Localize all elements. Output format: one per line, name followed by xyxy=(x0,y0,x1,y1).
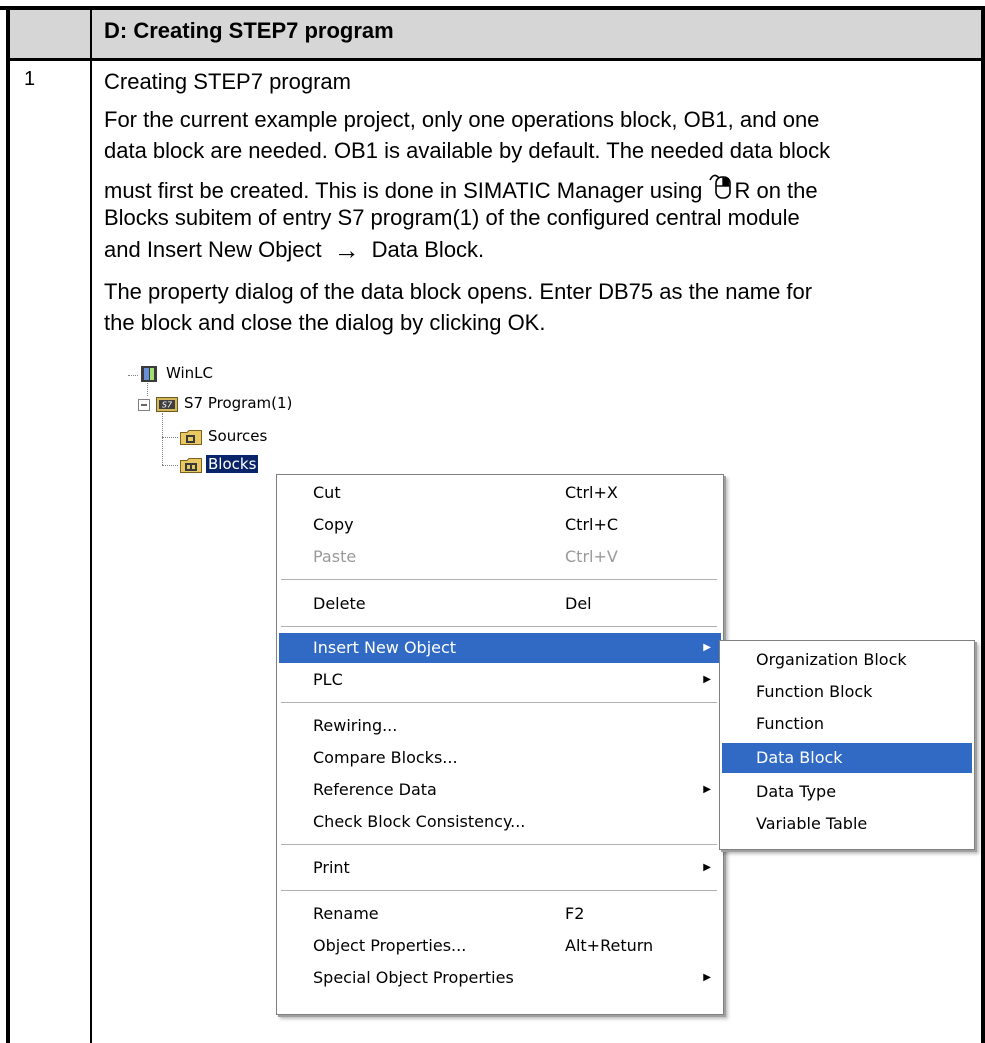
insert-new-object-submenu: Organization Block Function Block Functi… xyxy=(719,640,975,850)
submenu-item-organization-block[interactable]: Organization Block xyxy=(722,645,972,675)
paragraph-create-text-a: must first be created. This is done in S… xyxy=(104,178,709,203)
menu-item-paste[interactable]: Paste Ctrl+V xyxy=(279,542,721,572)
submenu-arrow-icon: ▶ xyxy=(703,972,711,983)
sources-folder-icon xyxy=(180,428,202,450)
paragraph-intro: For the current example project, only on… xyxy=(104,104,974,166)
station-icon xyxy=(140,365,158,387)
menu-item-object-properties-label: Object Properties... xyxy=(313,936,467,955)
menu-item-cut-shortcut: Ctrl+X xyxy=(565,483,618,502)
submenu-item-function-block[interactable]: Function Block xyxy=(722,677,972,707)
paragraph-create-text-c: and Insert New Object xyxy=(104,237,322,262)
right-mouse-button-icon xyxy=(708,170,734,200)
menu-item-check-block-consistency-label: Check Block Consistency... xyxy=(313,812,526,831)
table-left-border xyxy=(6,6,10,1043)
menu-item-object-properties-shortcut: Alt+Return xyxy=(565,936,654,955)
tree-label-blocks: Blocks xyxy=(206,455,259,473)
section-title: D: Creating STEP7 program xyxy=(104,18,394,43)
paragraph-create-line2: Blocks subitem of entry S7 program(1) of… xyxy=(104,205,800,230)
column-divider xyxy=(90,10,92,1043)
menu-item-special-object-properties-label: Special Object Properties xyxy=(313,968,514,987)
menu-item-print-label: Print xyxy=(313,858,350,877)
menu-item-copy-shortcut: Ctrl+C xyxy=(565,515,619,534)
submenu-item-organization-block-label: Organization Block xyxy=(756,650,907,669)
submenu-arrow-icon: ▶ xyxy=(703,674,711,685)
menu-item-rewiring-label: Rewiring... xyxy=(313,716,398,735)
paragraph-create-text-b: R on the xyxy=(734,178,818,203)
menu-item-reference-data-label: Reference Data xyxy=(313,780,437,799)
submenu-item-data-block[interactable]: Data Block xyxy=(722,743,972,773)
svg-text:S7: S7 xyxy=(162,401,173,410)
tree-connector xyxy=(147,383,148,396)
paragraph-intro-line1: For the current example project, only on… xyxy=(104,107,820,132)
menu-item-rewiring[interactable]: Rewiring... xyxy=(279,711,721,741)
menu-separator xyxy=(281,626,717,627)
step-number: 1 xyxy=(24,68,36,90)
menu-separator xyxy=(281,579,717,580)
tree-connector xyxy=(162,437,178,438)
menu-item-rename-label: Rename xyxy=(313,904,379,923)
submenu-item-variable-table[interactable]: Variable Table xyxy=(722,809,972,839)
tree-connector xyxy=(162,413,163,465)
submenu-item-variable-table-label: Variable Table xyxy=(756,814,868,833)
submenu-arrow-icon: ▶ xyxy=(703,862,711,873)
menu-item-special-object-properties[interactable]: Special Object Properties ▶ xyxy=(279,963,721,993)
menu-item-compare-blocks-label: Compare Blocks... xyxy=(313,748,458,767)
menu-item-delete[interactable]: Delete Del xyxy=(279,589,721,619)
submenu-item-data-type[interactable]: Data Type xyxy=(722,777,972,807)
tree-label-winlc: WinLC xyxy=(166,364,214,382)
menu-separator xyxy=(281,890,717,891)
context-menu: Cut Ctrl+X Copy Ctrl+C Paste Ctrl+V Dele… xyxy=(276,474,724,1015)
paragraph-create-line3: and Insert New Object → Data Block. xyxy=(104,234,974,266)
tree-connector xyxy=(128,375,138,376)
menu-item-insert-new-object[interactable]: Insert New Object ▶ xyxy=(279,633,721,663)
menu-item-delete-label: Delete xyxy=(313,594,366,613)
menu-item-plc[interactable]: PLC ▶ xyxy=(279,665,721,695)
menu-item-check-block-consistency[interactable]: Check Block Consistency... xyxy=(279,807,721,837)
menu-item-rename[interactable]: Rename F2 xyxy=(279,899,721,929)
tree-label-s7-program: S7 Program(1) xyxy=(184,394,293,412)
menu-item-compare-blocks[interactable]: Compare Blocks... xyxy=(279,743,721,773)
menu-item-paste-label: Paste xyxy=(313,547,357,566)
menu-item-rename-shortcut: F2 xyxy=(565,904,585,923)
menu-separator xyxy=(281,702,717,703)
blocks-folder-icon xyxy=(180,456,202,478)
header-number-cell xyxy=(10,10,90,58)
submenu-arrow-icon: ▶ xyxy=(703,784,711,795)
menu-item-cut[interactable]: Cut Ctrl+X xyxy=(279,478,721,508)
paragraph-create-text-d: Data Block. xyxy=(371,237,485,262)
paragraph-dialog: The property dialog of the data block op… xyxy=(104,276,974,338)
submenu-item-data-type-label: Data Type xyxy=(756,782,837,801)
menu-item-copy-label: Copy xyxy=(313,515,354,534)
menu-item-delete-shortcut: Del xyxy=(565,594,592,613)
menu-item-object-properties[interactable]: Object Properties... Alt+Return xyxy=(279,931,721,961)
step-heading: Creating STEP7 program xyxy=(104,69,351,94)
paragraph-intro-line2: data block are needed. OB1 is available … xyxy=(104,138,831,163)
tree-connector xyxy=(162,465,178,466)
menu-item-plc-label: PLC xyxy=(313,670,343,689)
table-right-border xyxy=(981,6,985,1043)
tree-label-sources: Sources xyxy=(208,427,268,445)
table-top-border xyxy=(0,6,985,10)
menu-item-cut-label: Cut xyxy=(313,483,341,502)
s7-program-icon: S7 xyxy=(156,395,178,417)
submenu-item-function[interactable]: Function xyxy=(722,709,972,739)
header-divider xyxy=(6,58,985,61)
paragraph-create-line1: must first be created. This is done in S… xyxy=(104,170,974,206)
paragraph-dialog-line1: The property dialog of the data block op… xyxy=(104,279,813,304)
menu-item-insert-new-object-label: Insert New Object xyxy=(313,638,457,657)
arrow-right-icon: → xyxy=(333,235,360,265)
submenu-item-data-block-label: Data Block xyxy=(756,748,843,767)
menu-separator xyxy=(281,844,717,845)
paragraph-dialog-line2: the block and close the dialog by clicki… xyxy=(104,310,546,335)
menu-item-paste-shortcut: Ctrl+V xyxy=(565,547,618,566)
menu-item-copy[interactable]: Copy Ctrl+C xyxy=(279,510,721,540)
submenu-item-function-block-label: Function Block xyxy=(756,682,873,701)
collapse-toggle-icon[interactable] xyxy=(138,397,150,415)
submenu-item-function-label: Function xyxy=(756,714,825,733)
submenu-arrow-icon: ▶ xyxy=(703,642,711,653)
menu-item-reference-data[interactable]: Reference Data ▶ xyxy=(279,775,721,805)
menu-item-print[interactable]: Print ▶ xyxy=(279,853,721,883)
